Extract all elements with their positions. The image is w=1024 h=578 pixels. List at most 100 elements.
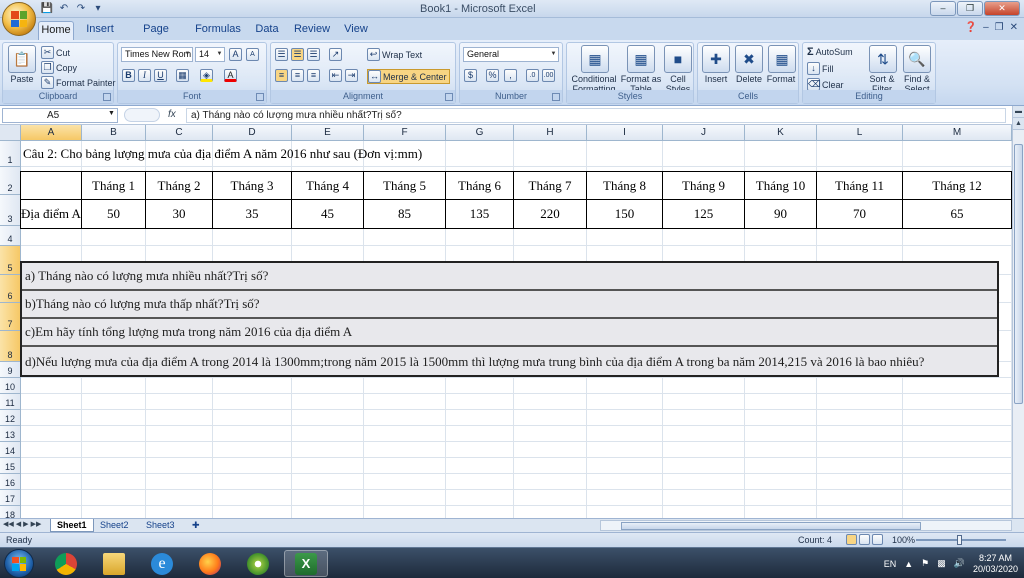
rainfall-value-cell[interactable]: 220 — [513, 199, 587, 229]
row-header-6[interactable]: 6 — [0, 275, 21, 303]
copy-button[interactable]: ❐ Copy — [41, 61, 77, 74]
rainfall-value-cell[interactable]: 50 — [81, 199, 146, 229]
decrease-decimal-icon[interactable]: .00 — [542, 69, 555, 82]
next-sheet-icon[interactable]: ▶ — [23, 520, 28, 528]
question-d[interactable]: d)Nếu lượng mưa của địa điểm A trong 201… — [21, 346, 998, 377]
borders-icon[interactable]: ▦ — [176, 69, 189, 82]
row-header-12[interactable]: 12 — [0, 410, 21, 426]
rainfall-value-cell[interactable]: 35 — [212, 199, 292, 229]
month-header-cell[interactable]: Tháng 7 — [513, 171, 587, 200]
column-header-a[interactable]: A — [21, 125, 82, 141]
cell-a1-title[interactable]: Câu 2: Cho bảng lượng mưa của địa điểm A… — [23, 141, 422, 167]
comma-button[interactable]: , — [504, 69, 517, 82]
paste-button-label[interactable]: Paste — [5, 74, 39, 84]
row-header-17[interactable]: 17 — [0, 490, 21, 506]
month-header-cell[interactable]: Tháng 12 — [902, 171, 1012, 200]
cut-button[interactable]: ✂ Cut — [41, 46, 70, 59]
location-label-cell[interactable]: Địa điểm A — [20, 199, 82, 229]
column-header-k[interactable]: K — [745, 125, 817, 141]
office-button[interactable] — [2, 2, 36, 36]
month-header-cell[interactable]: Tháng 4 — [291, 171, 364, 200]
bold-button[interactable]: B — [122, 69, 135, 82]
close-button[interactable]: ✕ — [984, 1, 1020, 16]
underline-button[interactable]: U — [154, 69, 167, 82]
column-header-h[interactable]: H — [514, 125, 587, 141]
horizontal-scroll-thumb[interactable] — [621, 522, 921, 530]
sort-filter-icon[interactable]: ⇅ — [869, 45, 897, 73]
month-header-cell[interactable]: Tháng 10 — [744, 171, 817, 200]
row-header-1[interactable]: 1 — [0, 141, 21, 167]
align-right-icon[interactable]: ≡ — [307, 69, 320, 82]
column-header-e[interactable]: E — [292, 125, 364, 141]
month-header-cell[interactable]: Tháng 2 — [145, 171, 213, 200]
formula-bar-resize-handle[interactable] — [124, 108, 160, 122]
tab-insert[interactable]: Insert — [82, 21, 118, 40]
split-handle-icon[interactable]: ▬ — [1013, 106, 1024, 118]
align-center-icon[interactable]: ≡ — [291, 69, 304, 82]
tab-page-layout[interactable]: Page Layout — [126, 21, 186, 52]
format-cells-button[interactable]: Format — [764, 74, 798, 84]
network-icon[interactable]: ▩ — [937, 558, 946, 569]
horizontal-scrollbar[interactable] — [600, 520, 1012, 531]
row-header-13[interactable]: 13 — [0, 426, 21, 442]
sheet-tab-sheet1[interactable]: Sheet1 — [50, 519, 94, 532]
rainfall-value-cell[interactable]: 30 — [145, 199, 213, 229]
italic-button[interactable]: I — [138, 69, 151, 82]
first-sheet-icon[interactable]: ◀◀ — [3, 520, 14, 528]
font-launcher-icon[interactable] — [256, 93, 264, 101]
ie-taskbar-button[interactable]: e — [140, 550, 184, 577]
increase-decimal-icon[interactable]: .0 — [526, 69, 539, 82]
redo-icon[interactable]: ↷ — [74, 2, 88, 15]
question-b[interactable]: b)Tháng nào có lượng mưa thấp nhất?Trị s… — [21, 290, 998, 318]
insert-function-button[interactable]: fx — [168, 109, 176, 120]
delete-cells-icon[interactable]: ✖ — [735, 45, 763, 73]
worksheet-grid[interactable]: ABCDEFGHIJKLM 1 2 3 4 5 6 7 8 9 10 11 12 13 14 15 16 17 1… — [0, 125, 1012, 518]
wrap-text-button[interactable]: ↩ Wrap Text — [367, 48, 422, 61]
column-header-f[interactable]: F — [364, 125, 446, 141]
row-header-11[interactable]: 11 — [0, 394, 21, 410]
row-header-3[interactable]: 3 — [0, 195, 21, 226]
month-header-cell[interactable]: Tháng 3 — [212, 171, 292, 200]
row-header-18[interactable]: 18 — [0, 506, 21, 518]
fill-button[interactable]: ↓ Fill — [807, 62, 834, 75]
tab-formulas[interactable]: Formulas — [194, 21, 242, 40]
restore-button[interactable]: ❐ — [957, 1, 983, 16]
column-header-l[interactable]: L — [817, 125, 903, 141]
rainfall-value-cell[interactable]: 125 — [662, 199, 745, 229]
ribbon-minimize-icon[interactable]: – — [983, 22, 989, 33]
column-header-m[interactable]: M — [903, 125, 1012, 141]
insert-cells-button[interactable]: Insert — [698, 74, 734, 84]
align-middle-icon[interactable]: ☰ — [291, 48, 304, 61]
row-header-10[interactable]: 10 — [0, 378, 21, 394]
table-corner-cell[interactable] — [20, 171, 82, 200]
ribbon-close-icon[interactable]: ✕ — [1010, 22, 1018, 33]
tab-view[interactable]: View — [340, 21, 372, 40]
last-sheet-icon[interactable]: ▶▶ — [31, 520, 42, 528]
increase-indent-icon[interactable]: ⇥ — [345, 69, 358, 82]
row-header-14[interactable]: 14 — [0, 442, 21, 458]
month-header-cell[interactable]: Tháng 5 — [363, 171, 446, 200]
font-size-select[interactable]: 14 ▼ — [195, 47, 225, 62]
column-header-j[interactable]: J — [663, 125, 745, 141]
column-header-b[interactable]: B — [82, 125, 146, 141]
decrease-indent-icon[interactable]: ⇤ — [329, 69, 342, 82]
format-as-table-icon[interactable]: ▦ — [627, 45, 655, 73]
align-left-icon[interactable]: ≡ — [275, 69, 288, 82]
shrink-font-icon[interactable]: A — [246, 48, 259, 61]
clock[interactable]: 8:27 AM 20/03/2020 — [973, 553, 1018, 575]
question-a[interactable]: a) Tháng nào có lượng mưa nhiều nhất?Trị… — [21, 261, 998, 290]
row-header-7[interactable]: 7 — [0, 303, 21, 331]
row-header-4[interactable]: 4 — [0, 226, 21, 246]
cell-styles-icon[interactable]: ■ — [664, 45, 692, 73]
row-header-16[interactable]: 16 — [0, 474, 21, 490]
month-header-cell[interactable]: Tháng 1 — [81, 171, 146, 200]
percent-button[interactable]: % — [486, 69, 499, 82]
save-icon[interactable]: 💾 — [40, 2, 54, 15]
currency-button[interactable]: $ — [464, 69, 477, 82]
autosum-button[interactable]: Σ AutoSum — [807, 46, 853, 58]
customize-qat-icon[interactable]: ▾ — [91, 2, 105, 15]
column-header-c[interactable]: C — [146, 125, 213, 141]
volume-icon[interactable]: 🔊 — [954, 558, 965, 569]
insert-sheet-icon[interactable]: ✚ — [186, 519, 206, 532]
formula-input[interactable]: a) Tháng nào có lượng mưa nhiều nhất?Trị… — [186, 108, 1006, 123]
